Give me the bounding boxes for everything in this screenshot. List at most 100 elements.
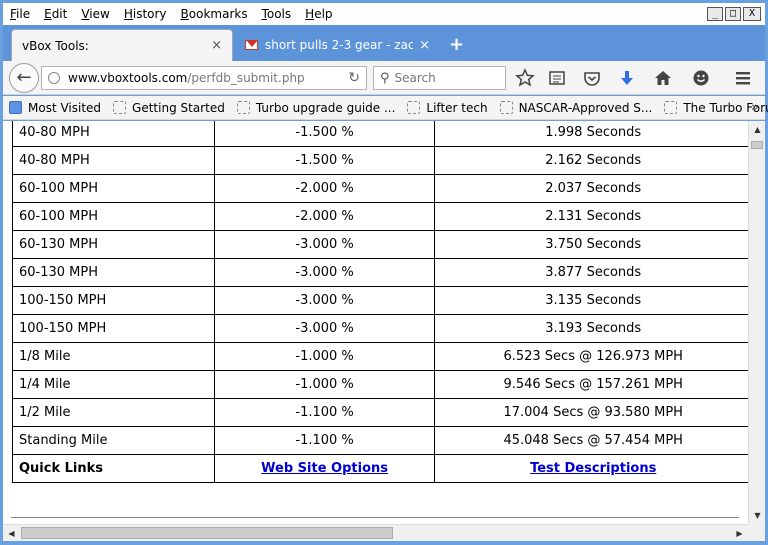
offset-cell: -3.000 % [213, 258, 436, 287]
search-input[interactable]: ⚲ Search [373, 66, 506, 90]
maximize-button[interactable]: □ [725, 7, 741, 21]
menu-tools[interactable]: Tools [255, 7, 299, 21]
test-name-cell: 60-100 MPH [12, 174, 215, 203]
home-icon[interactable] [653, 68, 673, 88]
bookmark-page-icon [664, 101, 678, 114]
test-name-cell: 60-130 MPH [12, 230, 215, 259]
result-cell: 2.162 Seconds [434, 146, 748, 175]
quick-links-cell: Web Site Options [213, 454, 436, 483]
table-row: 60-130 MPH -3.000 % 3.750 Seconds [12, 230, 748, 259]
table-row: 100-150 MPH -3.000 % 3.193 Seconds [12, 314, 748, 343]
result-cell: 2.131 Seconds [434, 202, 748, 231]
pocket-icon[interactable] [582, 68, 602, 88]
navigation-bar: ← www.vboxtools.com/perfdb_submit.php ↻ … [3, 61, 765, 95]
scroll-up-icon[interactable]: ▲ [749, 121, 766, 138]
most-visited-icon [9, 101, 22, 114]
offset-cell: -1.500 % [213, 146, 436, 175]
table-row: 40-80 MPH -1.500 % 2.162 Seconds [12, 146, 748, 175]
menu-view[interactable]: View [74, 7, 116, 21]
url-bar[interactable]: www.vboxtools.com/perfdb_submit.php ↻ [41, 66, 367, 90]
reading-list-icon[interactable] [547, 68, 567, 88]
menu-edit[interactable]: Edit [37, 7, 74, 21]
bookmark-label: Getting Started [132, 100, 225, 115]
quick-links-label: Quick Links [12, 454, 215, 483]
bookmark-page-icon [113, 101, 127, 114]
bookmarks-overflow-icon[interactable]: » [751, 100, 759, 115]
result-cell: 1.998 Seconds [434, 121, 748, 147]
test-name-cell: 40-80 MPH [12, 121, 215, 147]
table-row: 1/4 Mile -1.000 % 9.546 Secs @ 157.261 MPH [12, 370, 748, 399]
new-tab-button[interactable]: + [449, 34, 464, 55]
tab-title: short pulls 2-3 gear - zacbrow [265, 38, 414, 52]
bookmark-getting-started[interactable]: Getting Started [113, 101, 225, 115]
result-cell: 45.048 Secs @ 57.454 MPH [434, 426, 748, 455]
test-name-cell: 60-100 MPH [12, 202, 215, 231]
bookmark-label: Lifter tech [426, 100, 488, 115]
scroll-down-icon[interactable]: ▼ [749, 507, 766, 524]
bookmark-lifter-tech[interactable]: Lifter tech [407, 100, 488, 115]
quick-links-row: Quick Links Web Site Options Test Descri… [12, 454, 748, 483]
minimize-button[interactable]: _ [707, 7, 723, 21]
tab-gmail[interactable]: short pulls 2-3 gear - zacbrow × [235, 29, 440, 61]
horizontal-rule [11, 517, 739, 518]
table-row: 60-100 MPH -2.000 % 2.037 Seconds [12, 174, 748, 203]
gmail-icon [245, 40, 258, 50]
bookmark-most-visited[interactable]: Most Visited [9, 101, 101, 115]
menu-file[interactable]: File [3, 7, 37, 21]
horizontal-scroll-thumb[interactable] [21, 527, 393, 539]
downloads-icon[interactable] [617, 68, 637, 88]
bookmark-label: NASCAR-Approved S... [518, 100, 653, 115]
test-name-cell: 40-80 MPH [12, 146, 215, 175]
bookmarks-bar: Most Visited Getting Started Turbo upgra… [3, 96, 768, 120]
test-descriptions-link[interactable]: Test Descriptions [530, 461, 656, 476]
result-cell: 3.193 Seconds [434, 314, 748, 343]
tab-strip: vBox Tools: × short pulls 2-3 gear - zac… [3, 25, 765, 61]
smiley-icon[interactable] [691, 68, 711, 88]
window-controls: _ □ X [707, 7, 761, 21]
vertical-scroll-thumb[interactable] [751, 141, 763, 149]
tab-vbox-tools[interactable]: vBox Tools: × [11, 29, 233, 61]
test-name-cell: 100-150 MPH [12, 314, 215, 343]
bookmark-turbo-upgrade[interactable]: Turbo upgrade guide ... [236, 101, 395, 115]
reload-icon[interactable]: ↻ [348, 70, 360, 86]
scroll-right-icon[interactable]: ▶ [731, 525, 748, 542]
results-table: 40-80 MPH -1.500 % 1.998 Seconds 40-80 MPH -… [12, 121, 748, 483]
offset-cell: -2.000 % [213, 174, 436, 203]
close-tab-icon[interactable]: × [419, 38, 430, 53]
offset-cell: -3.000 % [213, 230, 436, 259]
test-name-cell: 1/4 Mile [12, 370, 215, 399]
table-row: 1/8 Mile -1.000 % 6.523 Secs @ 126.973 MPH [12, 342, 748, 371]
scrollbar-corner [748, 524, 765, 541]
menu-bookmarks[interactable]: Bookmarks [174, 7, 255, 21]
menu-help[interactable]: Help [298, 7, 339, 21]
close-window-button[interactable]: X [743, 7, 761, 21]
star-icon[interactable] [515, 68, 535, 88]
browser-window: File Edit View History Bookmarks Tools H… [0, 0, 768, 545]
bookmark-nascar[interactable]: NASCAR-Approved S... [499, 100, 653, 115]
table-row: 100-150 MPH -3.000 % 3.135 Seconds [12, 286, 748, 315]
scroll-left-icon[interactable]: ◀ [3, 525, 20, 542]
globe-icon [48, 72, 60, 84]
horizontal-scrollbar[interactable]: ◀ ▶ [3, 524, 748, 541]
result-cell: 2.037 Seconds [434, 174, 748, 203]
table-row: 60-100 MPH -2.000 % 2.131 Seconds [12, 202, 748, 231]
result-cell: 6.523 Secs @ 126.973 MPH [434, 342, 748, 371]
menu-icon[interactable] [733, 68, 753, 88]
offset-cell: -3.000 % [213, 314, 436, 343]
result-cell: 17.004 Secs @ 93.580 MPH [434, 398, 748, 427]
result-cell: 9.546 Secs @ 157.261 MPH [434, 370, 748, 399]
offset-cell: -1.100 % [213, 398, 436, 427]
menu-history[interactable]: History [117, 7, 174, 21]
test-name-cell: Standing Mile [12, 426, 215, 455]
back-button[interactable]: ← [9, 63, 39, 93]
test-name-cell: 100-150 MPH [12, 286, 215, 315]
vertical-scrollbar[interactable]: ▲ ▼ [748, 121, 765, 524]
table-row: Standing Mile -1.100 % 45.048 Secs @ 57.45… [12, 426, 748, 455]
web-site-options-link[interactable]: Web Site Options [261, 461, 388, 476]
url-host: www.vboxtools.com [68, 71, 188, 85]
close-tab-icon[interactable]: × [211, 38, 222, 53]
offset-cell: -1.500 % [213, 121, 436, 147]
bookmark-page-icon [499, 101, 513, 114]
offset-cell: -3.000 % [213, 286, 436, 315]
url-path: /perfdb_submit.php [187, 71, 305, 85]
